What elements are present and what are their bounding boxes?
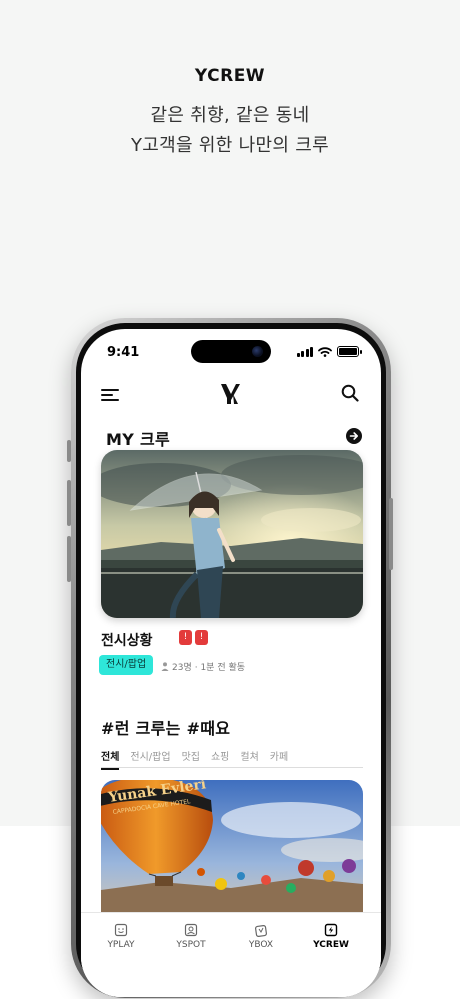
my-crew-more-button[interactable]: [346, 428, 362, 444]
nav-ybox[interactable]: YBOX: [231, 923, 291, 950]
recommend-title: #런 크루는 #때요: [101, 719, 231, 738]
nav-yspot[interactable]: YSPOT: [161, 923, 221, 950]
menu-icon[interactable]: [101, 389, 119, 401]
camera-icon: [252, 346, 263, 357]
photo-box-icon: [184, 923, 198, 937]
crew-badges: ! !: [179, 630, 208, 645]
dynamic-island: [191, 340, 271, 363]
wifi-icon: [318, 346, 332, 357]
nav-yplay[interactable]: YPLAY: [91, 923, 151, 950]
promo-brand: YCREW: [194, 66, 266, 86]
recommend-card-image[interactable]: Yunak Evleri CAPPADOCIA CAVE HOTEL: [101, 780, 363, 920]
nav-label-ybox: YBOX: [248, 940, 274, 950]
smile-box-icon: [114, 923, 128, 937]
member-count: 23명: [172, 663, 192, 673]
crew-name[interactable]: 전시상황: [101, 630, 153, 650]
phone-volume-down: [67, 536, 71, 582]
status-icons: [296, 346, 362, 357]
signal-icon: [296, 346, 313, 357]
status-time: 9:41: [107, 345, 140, 360]
battery-icon: [337, 346, 362, 357]
my-crew-title: MY 크루: [106, 430, 171, 449]
phone-power-button: [389, 498, 393, 570]
phone-silent-switch: [67, 440, 71, 462]
bottom-nav: YPLAY YSPOT YBOX YCREW: [81, 912, 381, 997]
nav-label-yspot: YSPOT: [176, 940, 206, 950]
umbrella-girl-illustration: [101, 450, 363, 618]
promo-tagline-1: 같은 취향, 같은 동네: [150, 105, 310, 126]
my-crew-card-image[interactable]: [101, 450, 363, 618]
nav-label-ycrew: YCREW: [313, 940, 349, 950]
fire-badge-icon: !: [195, 630, 208, 645]
fire-badge-icon: !: [179, 630, 192, 645]
nav-ycrew[interactable]: YCREW: [301, 923, 361, 950]
app-logo[interactable]: [218, 381, 242, 405]
arrow-right-icon: [349, 432, 358, 440]
tab-divider: [101, 767, 363, 768]
last-activity: · 1분 전 활동: [194, 663, 246, 673]
phone-screen: 9:41 MY 크루 전시상황 ! ! 전시/팝업 23명 · 1분 전 활동 …: [81, 329, 381, 997]
person-icon: [161, 662, 169, 671]
crew-meta: 23명 · 1분 전 활동: [161, 660, 245, 673]
promo-tagline-2: Y고객을 위한 나만의 크루: [131, 135, 329, 156]
gift-box-icon: [255, 925, 267, 937]
bolt-box-icon: [324, 923, 338, 937]
category-chip: 전시/팝업: [99, 655, 154, 675]
nav-label-yplay: YPLAY: [107, 940, 135, 950]
phone-volume-up: [67, 480, 71, 526]
search-icon[interactable]: [341, 384, 359, 402]
balloon-photo: Yunak Evleri CAPPADOCIA CAVE HOTEL: [101, 780, 363, 920]
